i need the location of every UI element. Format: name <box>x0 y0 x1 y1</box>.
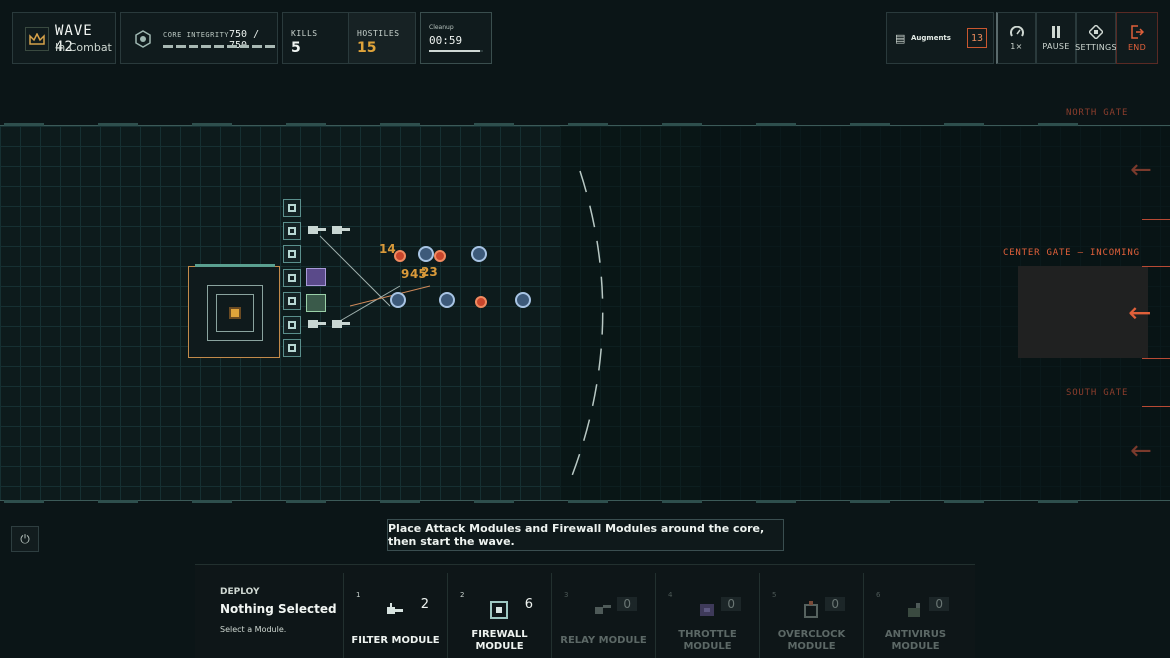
module-card-firewall[interactable]: 2 6 FIREWALL MODULE <box>447 573 551 658</box>
augments-label: Augments <box>911 34 951 42</box>
center-gate-arrow-icon: ← <box>1128 296 1152 329</box>
damage-number: 14 <box>379 242 396 256</box>
north-gate-label: NORTH GATE <box>1066 108 1129 118</box>
kills-label: KILLS <box>291 29 318 38</box>
antivirus-module-icon <box>908 603 920 617</box>
south-gate-label: SOUTH GATE <box>1066 388 1129 398</box>
module-card-overclock[interactable]: 5 0 OVERCLOCK MODULE <box>759 573 863 658</box>
kills-panel: KILLS 5 <box>282 12 348 64</box>
filter-module[interactable] <box>306 314 352 334</box>
deploy-bar: DEPLOY Nothing Selected Select a Module.… <box>195 564 975 658</box>
document-icon: ▤ <box>895 32 906 45</box>
core-integrity-label: CORE INTEGRITY <box>163 31 230 39</box>
augments-button[interactable]: ▤ Augments 13 <box>886 12 994 64</box>
core-integrity-bar <box>163 45 276 48</box>
data-core[interactable] <box>188 264 280 358</box>
deploy-selection: Nothing Selected <box>220 602 337 616</box>
relay-module-icon <box>595 605 611 614</box>
firewall-module[interactable] <box>283 199 301 217</box>
cleanup-timer-panel: Cleanup 00:59 <box>420 12 492 64</box>
range-arc <box>569 170 604 482</box>
south-gate-arrow-icon: ← <box>1130 436 1152 466</box>
firewall-module[interactable] <box>283 222 301 240</box>
enemy-blue[interactable] <box>418 246 434 262</box>
core-center <box>229 307 241 319</box>
end-button[interactable]: END <box>1116 12 1158 64</box>
end-label: END <box>1127 42 1147 52</box>
wave-status: In Combat <box>55 41 112 54</box>
throttle-module-icon <box>700 604 714 616</box>
speed-gauge-icon <box>1009 25 1024 37</box>
power-button[interactable]: ⏻ <box>11 526 39 552</box>
game-arena[interactable] <box>0 123 1170 503</box>
damage-number: 9 <box>401 267 410 281</box>
firewall-module[interactable] <box>283 269 301 287</box>
hostiles-panel: HOSTILES 15 <box>348 12 416 64</box>
settings-label: SETTINGS <box>1075 42 1117 52</box>
cleanup-label: Cleanup <box>429 24 454 31</box>
augments-count: 13 <box>967 28 987 48</box>
enemy-blue[interactable] <box>515 292 531 308</box>
module-card-antivirus[interactable]: 6 0 ANTIVIRUS MODULE <box>863 573 967 658</box>
pause-button[interactable]: PAUSE <box>1036 12 1076 64</box>
firewall-module[interactable] <box>283 292 301 310</box>
core-icon <box>131 27 155 51</box>
firewall-module[interactable] <box>283 245 301 263</box>
pause-label: PAUSE <box>1042 41 1070 51</box>
deploy-heading: DEPLOY <box>220 587 260 597</box>
enemy-blue[interactable] <box>471 246 487 262</box>
filter-module[interactable] <box>306 220 352 240</box>
pause-icon <box>1052 25 1060 38</box>
enemy-blue[interactable] <box>390 292 406 308</box>
throttle-module[interactable] <box>306 268 326 286</box>
settings-icon <box>1089 24 1103 39</box>
speed-button[interactable]: 1× <box>996 12 1036 64</box>
enemy-red[interactable] <box>475 296 487 308</box>
hint-banner: Place Attack Modules and Firewall Module… <box>387 519 784 551</box>
firewall-module-icon <box>490 601 508 619</box>
antivirus-module[interactable] <box>306 294 326 312</box>
crown-icon <box>25 27 49 51</box>
settings-button[interactable]: SETTINGS <box>1075 12 1117 64</box>
module-card-filter[interactable]: 1 2 FILTER MODULE <box>343 573 447 658</box>
deploy-info: DEPLOY Nothing Selected Select a Module. <box>195 565 340 658</box>
cleanup-timer: 00:59 <box>429 34 463 47</box>
cleanup-progress <box>429 50 483 52</box>
power-icon: ⏻ <box>20 531 30 546</box>
speed-label: 1× <box>1010 41 1023 51</box>
wave-panel: WAVE 42 In Combat <box>12 12 116 64</box>
overclock-module-icon <box>804 601 818 618</box>
firewall-module[interactable] <box>283 339 301 357</box>
hostiles-label: HOSTILES <box>357 29 400 38</box>
firewall-module[interactable] <box>283 316 301 334</box>
module-card-relay[interactable]: 3 0 RELAY MODULE <box>551 573 655 658</box>
filter-module-icon <box>387 603 403 614</box>
center-gate-label: CENTER GATE — INCOMING <box>1003 248 1140 258</box>
hostiles-value: 15 <box>357 40 377 56</box>
enemy-red[interactable] <box>434 250 446 262</box>
enemy-blue[interactable] <box>439 292 455 308</box>
enemy-red[interactable] <box>394 250 406 262</box>
core-integrity-panel: CORE INTEGRITY 750 / 750 <box>120 12 278 64</box>
deploy-instruction: Select a Module. <box>220 625 287 634</box>
exit-icon <box>1131 24 1144 39</box>
damage-number: 23 <box>421 265 438 279</box>
north-gate-arrow-icon: ← <box>1130 155 1152 185</box>
kills-value: 5 <box>291 40 301 56</box>
module-card-throttle[interactable]: 4 0 THROTTLE MODULE <box>655 573 759 658</box>
